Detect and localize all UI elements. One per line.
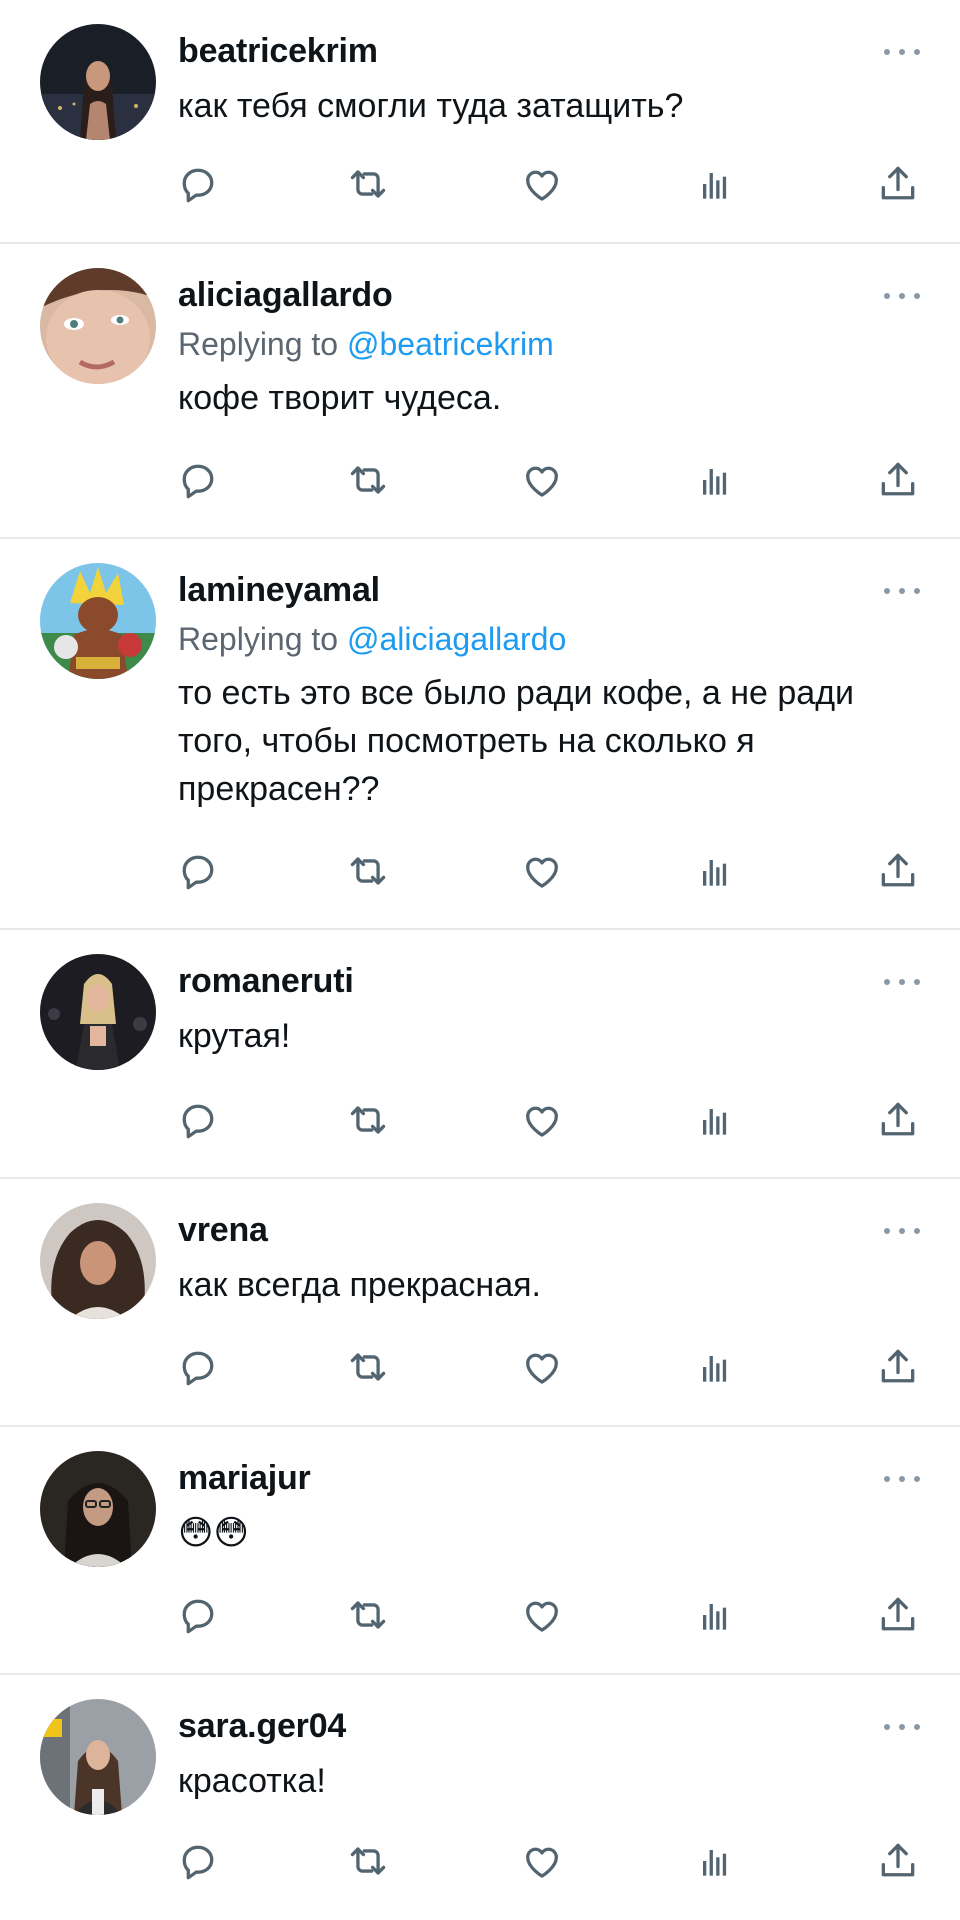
- mention-link[interactable]: @aliciagallardo: [347, 621, 566, 657]
- reply-bubble-icon[interactable]: [176, 849, 220, 893]
- tweet[interactable]: romaneruti крутая!: [0, 930, 960, 1179]
- avatar[interactable]: [40, 563, 156, 679]
- tweet-content: mariajur 😳😳: [178, 1453, 920, 1557]
- share-icon[interactable]: [876, 458, 920, 502]
- avatar[interactable]: [40, 24, 156, 140]
- more-dots-icon[interactable]: [884, 1471, 920, 1487]
- action-bar: [176, 1593, 920, 1637]
- reply-bubble-icon[interactable]: [176, 162, 220, 206]
- avatar[interactable]: [40, 954, 156, 1070]
- share-icon[interactable]: [876, 849, 920, 893]
- retweet-icon[interactable]: [346, 458, 390, 502]
- bar-chart-icon[interactable]: [692, 1098, 736, 1142]
- username[interactable]: romaneruti: [178, 956, 920, 1006]
- replying-prefix: Replying to: [178, 326, 347, 362]
- share-icon[interactable]: [876, 1593, 920, 1637]
- more-dots-icon[interactable]: [884, 1223, 920, 1239]
- action-bar: [176, 1839, 920, 1883]
- reply-feed: beatricekrim как тебя смогли туда затащи…: [0, 0, 960, 1920]
- more-dots-icon[interactable]: [884, 44, 920, 60]
- reply-bubble-icon[interactable]: [176, 1593, 220, 1637]
- tweet[interactable]: vrena как всегда прекрасная.: [0, 1179, 960, 1427]
- tweet-text: 😳😳: [178, 1514, 249, 1552]
- reply-bubble-icon[interactable]: [176, 1839, 220, 1883]
- username[interactable]: lamineyamal: [178, 565, 920, 615]
- tweet[interactable]: lamineyamal Replying to @aliciagallardo …: [0, 539, 960, 930]
- tweet-text: кофе творит чудеса.: [178, 379, 502, 417]
- replying-to: Replying to @aliciagallardo: [178, 615, 920, 663]
- bar-chart-icon[interactable]: [692, 1345, 736, 1389]
- tweet[interactable]: aliciagallardo Replying to @beatricekrim…: [0, 244, 960, 539]
- tweet-text: красотка!: [178, 1762, 326, 1800]
- avatar[interactable]: [40, 1699, 156, 1815]
- share-icon[interactable]: [876, 1345, 920, 1389]
- share-icon[interactable]: [876, 1098, 920, 1142]
- tweet-content: aliciagallardo Replying to @beatricekrim…: [178, 270, 920, 422]
- tweet-content: lamineyamal Replying to @aliciagallardo …: [178, 565, 920, 813]
- tweet-content: vrena как всегда прекрасная.: [178, 1205, 920, 1309]
- more-dots-icon[interactable]: [884, 1719, 920, 1735]
- tweet-content: romaneruti крутая!: [178, 956, 920, 1060]
- heart-icon[interactable]: [520, 1098, 564, 1142]
- username[interactable]: vrena: [178, 1205, 920, 1255]
- mention-link[interactable]: @beatricekrim: [347, 326, 554, 362]
- heart-icon[interactable]: [520, 1839, 564, 1883]
- avatar[interactable]: [40, 1203, 156, 1319]
- heart-icon[interactable]: [520, 1345, 564, 1389]
- replying-prefix: Replying to: [178, 621, 347, 657]
- action-bar: [176, 458, 920, 502]
- username[interactable]: beatricekrim: [178, 26, 920, 76]
- avatar[interactable]: [40, 268, 156, 384]
- tweet-text: то есть это все было ради кофе, а не рад…: [178, 674, 864, 808]
- tweet-text: как тебя смогли туда затащить?: [178, 87, 684, 125]
- more-dots-icon[interactable]: [884, 288, 920, 304]
- retweet-icon[interactable]: [346, 1839, 390, 1883]
- reply-bubble-icon[interactable]: [176, 1345, 220, 1389]
- bar-chart-icon[interactable]: [692, 1593, 736, 1637]
- heart-icon[interactable]: [520, 458, 564, 502]
- retweet-icon[interactable]: [346, 1098, 390, 1142]
- more-dots-icon[interactable]: [884, 583, 920, 599]
- tweet-content: beatricekrim как тебя смогли туда затащи…: [178, 26, 920, 130]
- tweet-text: крутая!: [178, 1017, 291, 1055]
- bar-chart-icon[interactable]: [692, 458, 736, 502]
- tweet[interactable]: sara.ger04 красотка!: [0, 1675, 960, 1920]
- action-bar: [176, 1098, 920, 1142]
- heart-icon[interactable]: [520, 849, 564, 893]
- tweet[interactable]: beatricekrim как тебя смогли туда затащи…: [0, 0, 960, 244]
- bar-chart-icon[interactable]: [692, 849, 736, 893]
- retweet-icon[interactable]: [346, 1593, 390, 1637]
- heart-icon[interactable]: [520, 1593, 564, 1637]
- retweet-icon[interactable]: [346, 849, 390, 893]
- action-bar: [176, 849, 920, 893]
- avatar[interactable]: [40, 1451, 156, 1567]
- share-icon[interactable]: [876, 162, 920, 206]
- action-bar: [176, 1345, 920, 1389]
- tweet-text: как всегда прекрасная.: [178, 1266, 541, 1304]
- bar-chart-icon[interactable]: [692, 162, 736, 206]
- heart-icon[interactable]: [520, 162, 564, 206]
- replying-to: Replying to @beatricekrim: [178, 320, 920, 368]
- tweet[interactable]: mariajur 😳😳: [0, 1427, 960, 1675]
- retweet-icon[interactable]: [346, 162, 390, 206]
- tweet-content: sara.ger04 красотка!: [178, 1701, 920, 1805]
- username[interactable]: mariajur: [178, 1453, 920, 1503]
- retweet-icon[interactable]: [346, 1345, 390, 1389]
- bar-chart-icon[interactable]: [692, 1839, 736, 1883]
- username[interactable]: sara.ger04: [178, 1701, 920, 1751]
- share-icon[interactable]: [876, 1839, 920, 1883]
- reply-bubble-icon[interactable]: [176, 1098, 220, 1142]
- more-dots-icon[interactable]: [884, 974, 920, 990]
- reply-bubble-icon[interactable]: [176, 458, 220, 502]
- action-bar: [176, 162, 920, 206]
- username[interactable]: aliciagallardo: [178, 270, 920, 320]
